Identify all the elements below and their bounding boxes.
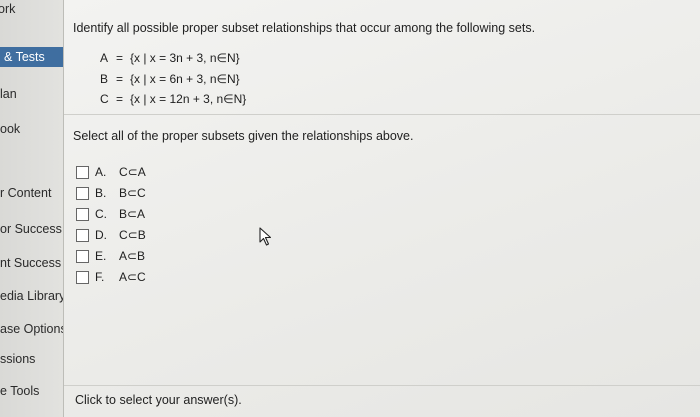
equals-sign: = <box>116 92 124 106</box>
set-b-name: B <box>100 72 109 86</box>
choice-b[interactable]: B. B⊂C <box>76 185 146 201</box>
sidebar-item-content[interactable]: r Content <box>0 186 51 200</box>
set-c-name: C <box>100 92 109 106</box>
set-a-rule: {x | x = 3n + 3, n∈N} <box>130 51 240 65</box>
choice-c-checkbox[interactable] <box>76 207 89 221</box>
choice-e-text: A⊂B <box>119 249 146 263</box>
choice-d-text: C⊂B <box>119 228 146 242</box>
choice-b-letter: B. <box>95 186 107 200</box>
choice-c-text: B⊂A <box>119 207 146 221</box>
set-a-name: A <box>100 51 109 65</box>
sidebar-item-student-success[interactable]: nt Success <box>0 256 61 270</box>
sidebar-item-purchase-options[interactable]: ase Options <box>0 322 63 336</box>
choice-f-letter: F. <box>95 270 105 284</box>
choice-a-text: C⊂A <box>119 165 146 179</box>
sidebar-item-course-tools[interactable]: e Tools <box>0 384 39 398</box>
mouse-cursor-icon <box>259 227 272 246</box>
answer-hint: Click to select your answer(s). <box>75 393 242 407</box>
choice-c[interactable]: C. B⊂A <box>76 206 145 222</box>
choice-d-letter: D. <box>95 228 107 242</box>
sidebar-item-plan[interactable]: lan <box>0 87 17 101</box>
choice-c-letter: C. <box>95 207 107 221</box>
question-prompt: Identify all possible proper subset rela… <box>73 21 536 35</box>
choice-f-text: A⊂C <box>119 270 146 284</box>
sidebar-item-tests[interactable]: & Tests <box>0 47 63 67</box>
divider <box>64 385 700 386</box>
choice-a-letter: A. <box>95 165 107 179</box>
set-c-definition: C = {x | x = 12n + 3, n∈N} <box>100 92 246 106</box>
sidebar-item-ebook[interactable]: ook <box>0 122 20 136</box>
equals-sign: = <box>116 51 124 65</box>
set-b-rule: {x | x = 6n + 3, n∈N} <box>130 72 240 86</box>
choice-b-text: B⊂C <box>119 186 146 200</box>
set-b-definition: B = {x | x = 6n + 3, n∈N} <box>100 72 240 86</box>
set-c-rule: {x | x = 12n + 3, n∈N} <box>130 92 247 106</box>
choice-d-checkbox[interactable] <box>76 228 89 242</box>
divider <box>64 114 700 115</box>
choice-a-checkbox[interactable] <box>76 165 89 179</box>
equals-sign: = <box>116 72 124 86</box>
choice-e[interactable]: E. A⊂B <box>76 248 145 264</box>
sidebar-item-work[interactable]: ork <box>0 2 15 16</box>
sidebar-item-media-library[interactable]: edia Library <box>0 289 63 303</box>
sidebar-item-sessions[interactable]: ssions <box>0 352 35 366</box>
choice-b-checkbox[interactable] <box>76 186 89 200</box>
sidebar-item-tools-success[interactable]: or Success <box>0 222 62 236</box>
set-a-definition: A = {x | x = 3n + 3, n∈N} <box>100 51 240 65</box>
choice-d[interactable]: D. C⊂B <box>76 227 146 243</box>
question-panel: Identify all possible proper subset rela… <box>64 0 700 417</box>
instruction-text: Select all of the proper subsets given t… <box>73 129 414 143</box>
choice-f[interactable]: F. A⊂C <box>76 269 146 285</box>
sidebar: ork & Tests lan ook r Content or Success… <box>0 0 64 417</box>
choice-e-letter: E. <box>95 249 107 263</box>
choice-f-checkbox[interactable] <box>76 270 89 284</box>
choice-a[interactable]: A. C⊂A <box>76 164 146 180</box>
choice-e-checkbox[interactable] <box>76 249 89 263</box>
